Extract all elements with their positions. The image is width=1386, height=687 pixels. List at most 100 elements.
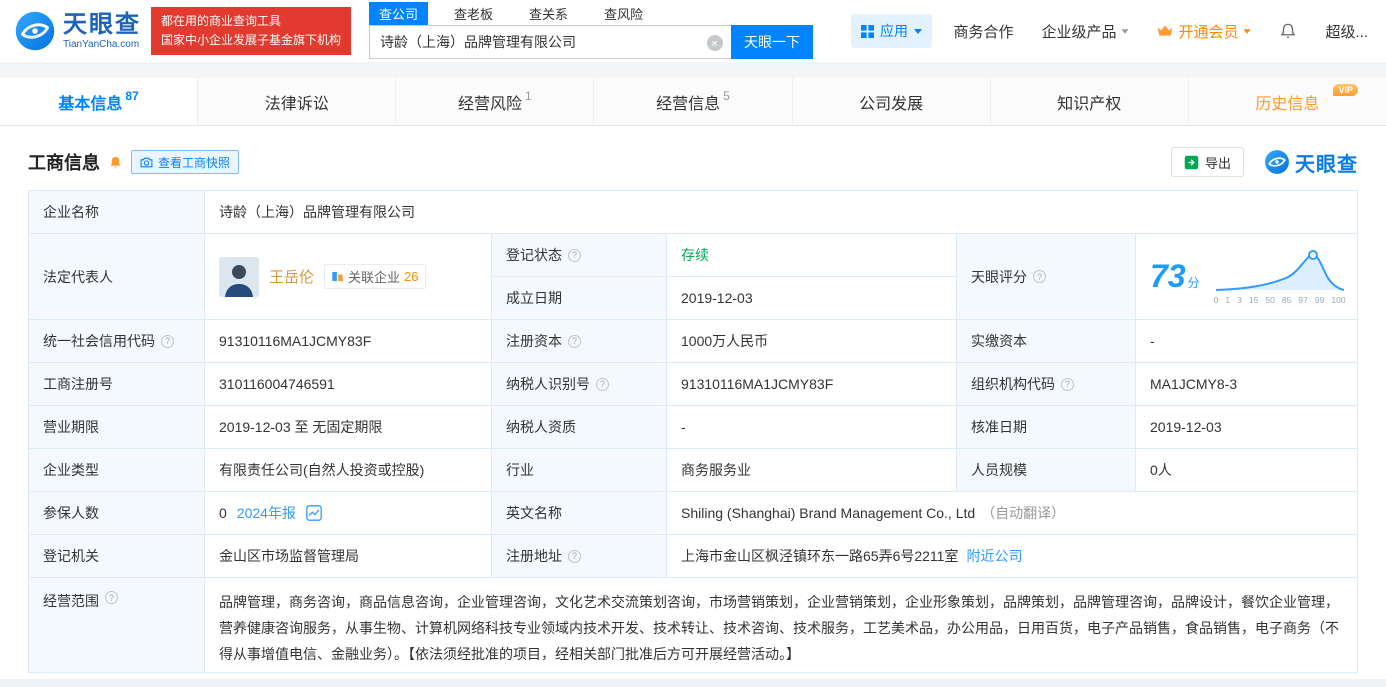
tab-operation-risk[interactable]: 经营风险 1 [396, 78, 595, 125]
score-curve-chart: 0 1 3 15 50 85 97 99 100 [1214, 248, 1346, 305]
staff-size-label: 人员规模 [957, 449, 1136, 492]
label-text: 纳税人识别号 [506, 376, 590, 392]
insured-count-value: 0 2024年报 [205, 492, 492, 535]
search-input[interactable] [370, 26, 732, 58]
score-figure: 73 [1150, 258, 1186, 294]
taxpayer-id-label: 纳税人识别号 [492, 363, 667, 406]
credit-code-value: 91310116MA1JCMY83F [205, 320, 492, 363]
header-divider-strip [0, 62, 1386, 78]
search-button[interactable]: 天眼一下 [731, 25, 814, 59]
label-text: 纳税人资质 [506, 419, 576, 435]
value-text: - [681, 419, 686, 435]
search-row: 天眼一下 [369, 25, 814, 59]
label-text: 人员规模 [971, 462, 1027, 478]
value-text: 诗龄（上海）品牌管理有限公司 [219, 204, 415, 220]
chevron-down-icon [914, 28, 923, 34]
tab-history-info[interactable]: 历史信息 VIP [1189, 78, 1386, 125]
logo-text: 天眼查 TianYanCha.com [63, 11, 141, 49]
label-text: 行业 [506, 462, 534, 478]
help-icon[interactable] [1061, 377, 1074, 391]
footer-strip [0, 679, 1386, 687]
legal-rep-avatar[interactable] [219, 256, 259, 297]
value-text: MA1JCMY8-3 [1150, 376, 1238, 392]
english-name-label: 英文名称 [492, 492, 667, 535]
company-name-label: 企业名称 [29, 191, 205, 234]
axis-tick: 85 [1281, 295, 1292, 305]
axis-tick: 100 [1331, 295, 1346, 305]
staff-size-value: 0人 [1136, 449, 1357, 492]
establish-date-label: 成立日期 [492, 277, 667, 320]
axis-tick: 0 [1213, 295, 1219, 305]
tab-label: 经营信息 [656, 95, 721, 113]
related-companies-chip[interactable]: 关联企业 26 [324, 264, 426, 289]
help-icon[interactable] [568, 334, 581, 348]
taxpayer-quality-label: 纳税人资质 [492, 406, 667, 449]
reg-authority-value: 金山区市场监督管理局 [205, 535, 492, 578]
label-text: 营业期限 [43, 419, 99, 435]
clear-search-icon[interactable] [707, 35, 724, 51]
vip-badge: VIP [1333, 84, 1358, 96]
nav-enterprise-products[interactable]: 企业级产品 [1041, 21, 1130, 42]
crown-icon [1158, 25, 1173, 36]
company-name-value: 诗龄（上海）品牌管理有限公司 [205, 191, 1357, 234]
annual-report-link[interactable]: 2024年报 [237, 503, 296, 523]
reg-status-value: 存续 [667, 234, 957, 277]
value-text: 有限责任公司(自然人投资或控股) [219, 462, 425, 478]
search-area: 查公司 查老板 查关系 查风险 天眼一下 [369, 2, 814, 59]
company-type-label: 企业类型 [29, 449, 205, 492]
notification-bell-icon[interactable] [1279, 22, 1297, 40]
nav-enterprise-label: 企业级产品 [1041, 23, 1117, 41]
help-icon[interactable] [596, 377, 609, 391]
export-button-label: 导出 [1204, 155, 1231, 171]
nav-cooperation[interactable]: 商务合作 [953, 21, 1013, 42]
nav-super[interactable]: 超级... [1325, 21, 1368, 42]
apps-menu[interactable]: 应用 [851, 14, 933, 48]
label-text: 实缴资本 [971, 333, 1027, 349]
score-curve-icon [1215, 250, 1344, 291]
value-text: 2019-12-03 至 无固定期限 [219, 419, 383, 435]
label-text: 统一社会信用代码 [43, 333, 155, 349]
help-icon[interactable] [161, 334, 174, 348]
label-text: 注册资本 [506, 333, 562, 349]
help-icon[interactable] [1033, 270, 1046, 283]
search-tab-relation[interactable]: 查关系 [519, 2, 578, 25]
trend-chart-icon[interactable] [306, 505, 322, 521]
label-text: 工商注册号 [43, 376, 113, 392]
watermark-brand: 天眼查 [1295, 153, 1358, 176]
help-icon[interactable] [105, 591, 118, 604]
export-button[interactable]: 导出 [1170, 147, 1244, 177]
tab-legal-litigation[interactable]: 法律诉讼 [198, 78, 397, 125]
value-text: 存续 [681, 247, 709, 263]
tab-count: 1 [525, 88, 532, 103]
search-tab-boss[interactable]: 查老板 [444, 2, 503, 25]
reg-number-label: 工商注册号 [29, 363, 205, 406]
value-text: 2019-12-03 [1150, 419, 1222, 435]
label-text: 天眼评分 [971, 268, 1027, 285]
value-text: 金山区市场监督管理局 [219, 548, 359, 564]
snapshot-button[interactable]: 查看工商快照 [131, 150, 240, 174]
legal-rep-name-link[interactable]: 王岳伦 [269, 266, 314, 287]
help-icon[interactable] [568, 549, 581, 563]
subscribe-bell-icon[interactable] [108, 155, 123, 170]
label-text: 企业类型 [43, 462, 99, 478]
value-text: 品牌管理，商务咨询，商品信息咨询，企业管理咨询，文化艺术交流策划咨询，市场营销策… [219, 594, 1339, 662]
tab-basic-info[interactable]: 基本信息 87 [0, 78, 199, 125]
score-value: 73 分 0 1 3 15 50 85 97 99 100 [1136, 234, 1357, 320]
nearby-companies-link[interactable]: 附近公司 [966, 546, 1022, 566]
english-name-value: Shiling (Shanghai) Brand Management Co.,… [667, 492, 1357, 535]
search-box [369, 25, 732, 59]
nav-open-vip[interactable]: 开通会员 [1157, 21, 1252, 42]
search-tabs: 查公司 查老板 查关系 查风险 [369, 2, 813, 25]
search-tab-risk[interactable]: 查风险 [594, 2, 653, 25]
section-actions: 导出 天眼查 [1170, 147, 1358, 177]
axis-tick: 1 [1225, 295, 1231, 305]
tab-intellectual-property[interactable]: 知识产权 [991, 78, 1189, 125]
search-tab-company[interactable]: 查公司 [369, 2, 429, 25]
value-text: 1000万人民币 [681, 333, 769, 349]
tab-operation-info[interactable]: 经营信息 5 [594, 78, 793, 125]
tab-company-development[interactable]: 公司发展 [793, 78, 991, 125]
help-icon[interactable] [568, 248, 581, 262]
reg-number-value: 310116004746591 [205, 363, 492, 406]
tianyancha-logo[interactable]: 天眼查 TianYanCha.com [14, 10, 141, 52]
industry-label: 行业 [492, 449, 667, 492]
